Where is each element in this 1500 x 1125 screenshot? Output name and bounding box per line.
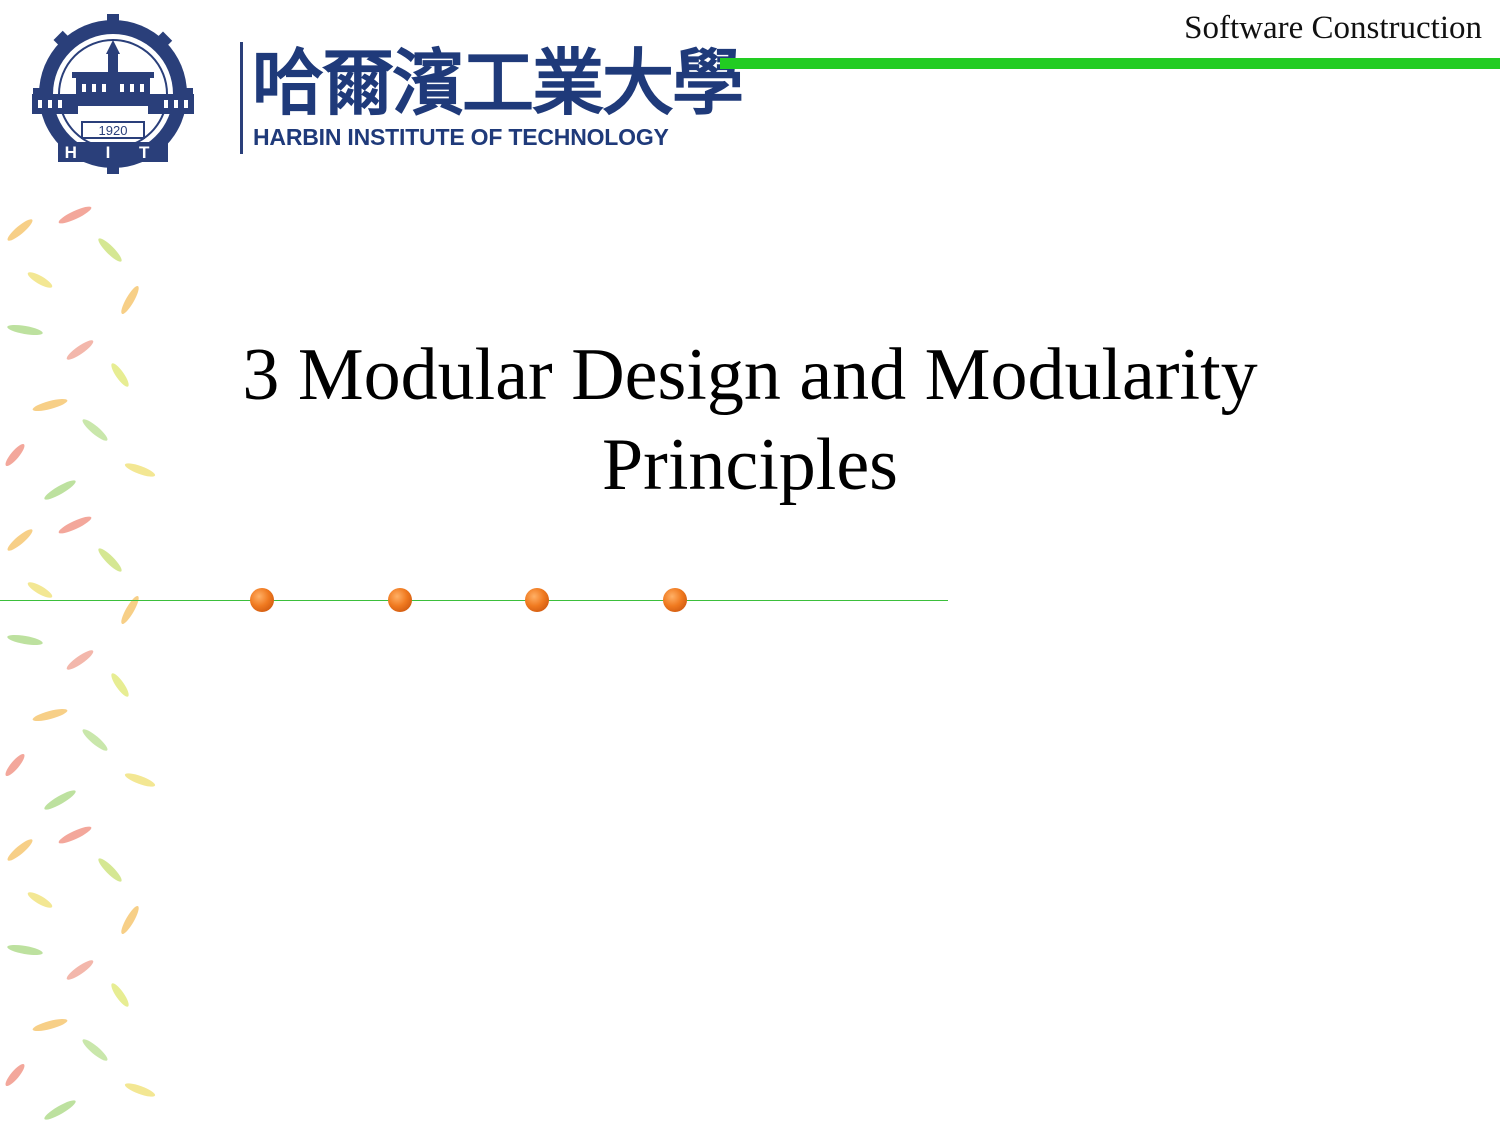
slide-title-line-2: Principles — [602, 424, 898, 506]
university-name-chinese: 哈爾濱工業大學 — [252, 40, 744, 125]
decorative-line — [0, 600, 948, 601]
emblem-letters: H I T — [65, 143, 162, 162]
decorative-dot — [250, 588, 274, 612]
logo-divider — [240, 42, 243, 154]
course-name: Software Construction — [1184, 10, 1482, 46]
header-accent-bar — [720, 58, 1500, 69]
hit-emblem-logo: 1920 H I T — [32, 14, 194, 174]
slide-title-line-1: 3 Modular Design and Modularity — [242, 334, 1258, 416]
decorative-dot — [525, 588, 549, 612]
decorative-dot — [388, 588, 412, 612]
slide-title: 3 Modular Design and Modularity Principl… — [80, 330, 1420, 510]
university-name-english: HARBIN INSTITUTE OF TECHNOLOGY — [253, 124, 669, 150]
emblem-year: 1920 — [99, 123, 128, 138]
decorative-dot — [663, 588, 687, 612]
